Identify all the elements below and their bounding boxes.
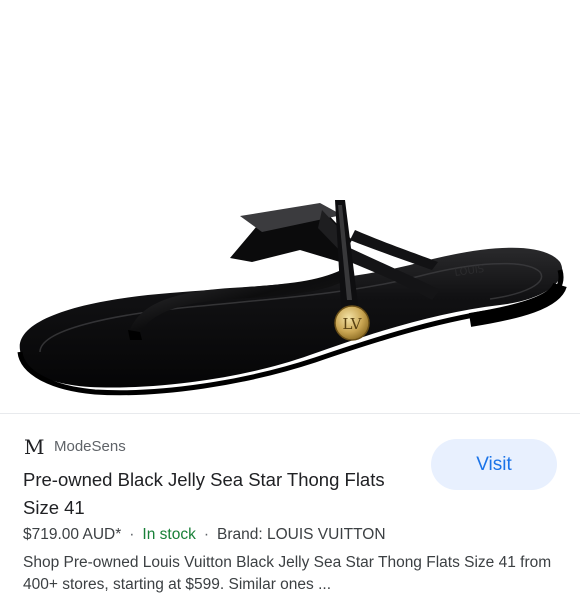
sandal-illustration: LV LOUIS: [17, 200, 567, 396]
lv-emblem-text: LV: [342, 315, 362, 333]
brand: Brand: LOUIS VUITTON: [217, 526, 386, 543]
visit-button[interactable]: Visit: [431, 439, 557, 490]
product-description: Shop Pre-owned Louis Vuitton Black Jelly…: [23, 554, 552, 593]
modesens-logo-icon: M: [24, 435, 45, 459]
source-name: ModeSens: [54, 438, 126, 455]
product-image[interactable]: LV LOUIS: [0, 0, 580, 413]
source-row[interactable]: M ModeSens: [24, 436, 126, 458]
stock-status: In stock: [142, 526, 196, 543]
lv-emblem: LV: [334, 305, 370, 341]
price: $719.00 AUD*: [23, 526, 122, 543]
product-meta: $719.00 AUD* · In stock · Brand: LOUIS VUITT…: [23, 525, 386, 545]
separator: ·: [129, 526, 135, 543]
separator: ·: [203, 526, 210, 543]
shopping-result-panel: M ModeSens Visit Pre-owned Black Jelly S…: [0, 414, 580, 593]
product-title[interactable]: Pre-owned Black Jelly Sea Star Thong Fla…: [23, 466, 413, 522]
